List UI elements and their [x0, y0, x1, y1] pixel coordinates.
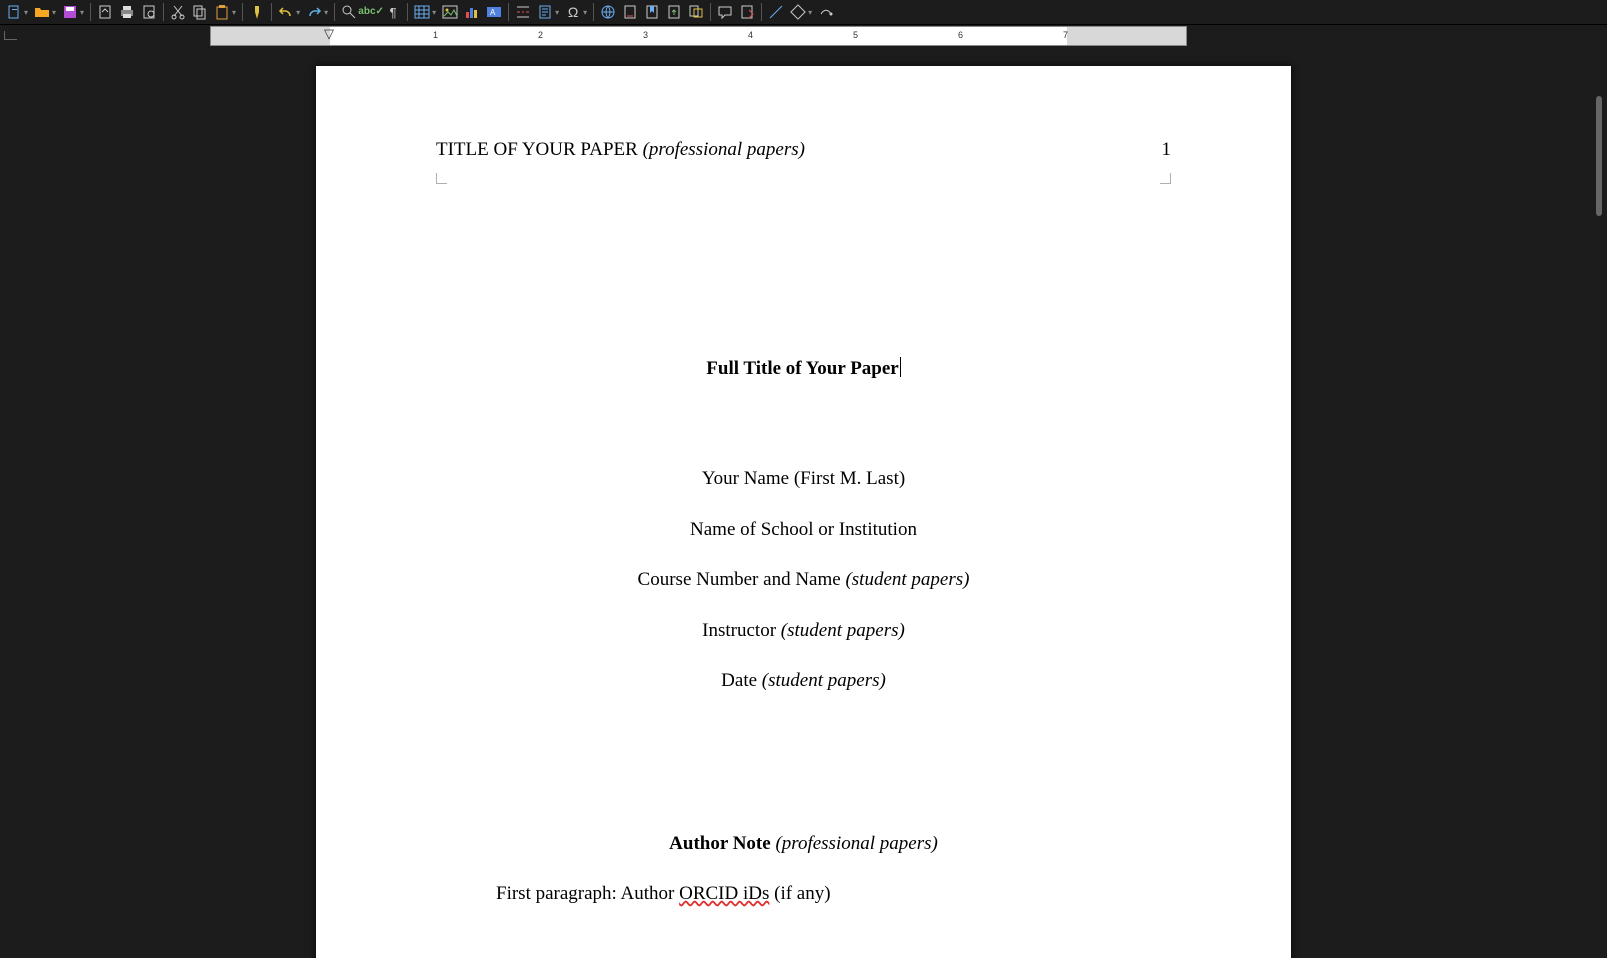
page-header: TITLE OF YOUR PAPER (professional papers…: [436, 136, 1171, 165]
svg-text:A: A: [490, 8, 496, 17]
ruler-indent-marker[interactable]: ▽: [324, 26, 334, 42]
save-icon[interactable]: [60, 2, 80, 22]
date-prefix: Date: [721, 670, 762, 691]
first-paragraph-line: First paragraph: Author ORCID iDs (if an…: [436, 880, 1171, 909]
text-cursor: [900, 357, 901, 377]
ruler-corner-mark: [4, 31, 17, 40]
course-line: Course Number and Name (student papers): [436, 566, 1171, 595]
ruler-number: 2: [538, 30, 543, 40]
insert-textbox-icon[interactable]: A: [484, 2, 504, 22]
toolbar-separator: [710, 3, 711, 21]
insert-table-icon[interactable]: [412, 2, 432, 22]
course-note: (student papers): [845, 569, 969, 590]
formatting-marks-icon[interactable]: ¶: [383, 2, 403, 22]
first-para-suffix: (if any): [769, 883, 830, 904]
redo-dropdown[interactable]: ▾: [324, 8, 328, 17]
track-changes-icon[interactable]: [737, 2, 757, 22]
instructor-note: (student papers): [781, 620, 905, 641]
footnote-icon[interactable]: [620, 2, 640, 22]
ruler-number: 5: [853, 30, 858, 40]
horizontal-ruler-row: ▽ 1 2 3 4 5 6 7: [0, 25, 1607, 47]
orcid-text: ORCID iDs: [679, 883, 769, 904]
ruler-number: 4: [748, 30, 753, 40]
open-dropdown[interactable]: ▾: [52, 8, 56, 17]
undo-icon[interactable]: [276, 2, 296, 22]
ruler-number: 3: [643, 30, 648, 40]
toolbar-separator: [407, 3, 408, 21]
field-dropdown[interactable]: ▾: [555, 8, 559, 17]
instructor-line: Instructor (student papers): [436, 617, 1171, 646]
running-head: TITLE OF YOUR PAPER (professional papers…: [436, 136, 805, 165]
toolbar-separator: [334, 3, 335, 21]
draw-functions-icon[interactable]: [816, 2, 836, 22]
line-tool-icon[interactable]: [766, 2, 786, 22]
copy-icon[interactable]: [190, 2, 210, 22]
paper-title: Full Title of Your Paper: [706, 358, 898, 379]
instructor-prefix: Instructor: [702, 620, 781, 641]
page-number: 1: [1162, 136, 1172, 165]
paste-dropdown[interactable]: ▾: [232, 8, 236, 17]
save-dropdown[interactable]: ▾: [80, 8, 84, 17]
ruler-left-gap: [0, 25, 210, 47]
ruler-right-margin: [1067, 27, 1186, 45]
table-dropdown[interactable]: ▾: [432, 8, 436, 17]
document-page[interactable]: TITLE OF YOUR PAPER (professional papers…: [316, 66, 1291, 958]
first-para-prefix: First paragraph: Author: [496, 883, 679, 904]
shapes-dropdown[interactable]: ▾: [808, 8, 812, 17]
open-folder-icon[interactable]: [32, 2, 52, 22]
date-line: Date (student papers): [436, 667, 1171, 696]
spellcheck-icon[interactable]: abc✓: [361, 2, 381, 22]
special-dropdown[interactable]: ▾: [583, 8, 587, 17]
new-document-icon[interactable]: [4, 2, 24, 22]
special-char-icon[interactable]: Ω: [563, 2, 583, 22]
header-mark-right: [1160, 173, 1171, 184]
new-document-dropdown[interactable]: ▾: [24, 8, 28, 17]
basic-shapes-icon[interactable]: [788, 2, 808, 22]
author-note-bold: Author Note: [669, 833, 775, 854]
toolbar-separator: [593, 3, 594, 21]
find-replace-icon[interactable]: [339, 2, 359, 22]
toolbar-separator: [242, 3, 243, 21]
cross-reference-icon[interactable]: [664, 2, 684, 22]
course-prefix: Course Number and Name: [638, 569, 846, 590]
main-toolbar: ▾ ▾ ▾ ▾ ▾ ▾ abc✓ ¶ ▾: [0, 0, 1607, 25]
toolbar-separator: [761, 3, 762, 21]
ruler-number: 1: [433, 30, 438, 40]
ruler-number: 7: [1063, 30, 1068, 40]
ruler-number: 6: [958, 30, 963, 40]
cut-icon[interactable]: [168, 2, 188, 22]
insert-image-icon[interactable]: [440, 2, 460, 22]
vertical-scrollbar[interactable]: [1596, 96, 1602, 216]
author-name-line: Your Name (First M. Last): [436, 465, 1171, 494]
format-paintbrush-icon[interactable]: [247, 2, 267, 22]
print-preview-icon[interactable]: [139, 2, 159, 22]
date-note: (student papers): [762, 670, 886, 691]
page-break-icon[interactable]: [513, 2, 533, 22]
bookmark-icon[interactable]: [642, 2, 662, 22]
toolbar-separator: [163, 3, 164, 21]
undo-dropdown[interactable]: ▾: [296, 8, 300, 17]
comment-icon[interactable]: [715, 2, 735, 22]
ruler-left-margin: [211, 27, 330, 45]
institution-line: Name of School or Institution: [436, 516, 1171, 545]
toolbar-separator: [508, 3, 509, 21]
insert-chart-icon[interactable]: [462, 2, 482, 22]
author-note-suffix: (professional papers): [775, 833, 937, 854]
insert-comment-icon[interactable]: [686, 2, 706, 22]
redo-icon[interactable]: [304, 2, 324, 22]
export-pdf-icon[interactable]: [95, 2, 115, 22]
paste-icon[interactable]: [212, 2, 232, 22]
header-boundary-marks: [436, 173, 1171, 185]
running-head-note: (professional papers): [643, 139, 805, 160]
hyperlink-icon[interactable]: [598, 2, 618, 22]
toolbar-separator: [90, 3, 91, 21]
print-icon[interactable]: [117, 2, 137, 22]
running-head-title: TITLE OF YOUR PAPER: [436, 139, 643, 160]
document-workspace[interactable]: TITLE OF YOUR PAPER (professional papers…: [0, 46, 1607, 958]
insert-field-icon[interactable]: [535, 2, 555, 22]
header-mark-left: [436, 173, 447, 184]
author-note-heading: Author Note (professional papers): [436, 830, 1171, 859]
toolbar-separator: [271, 3, 272, 21]
horizontal-ruler[interactable]: ▽ 1 2 3 4 5 6 7: [210, 26, 1187, 46]
